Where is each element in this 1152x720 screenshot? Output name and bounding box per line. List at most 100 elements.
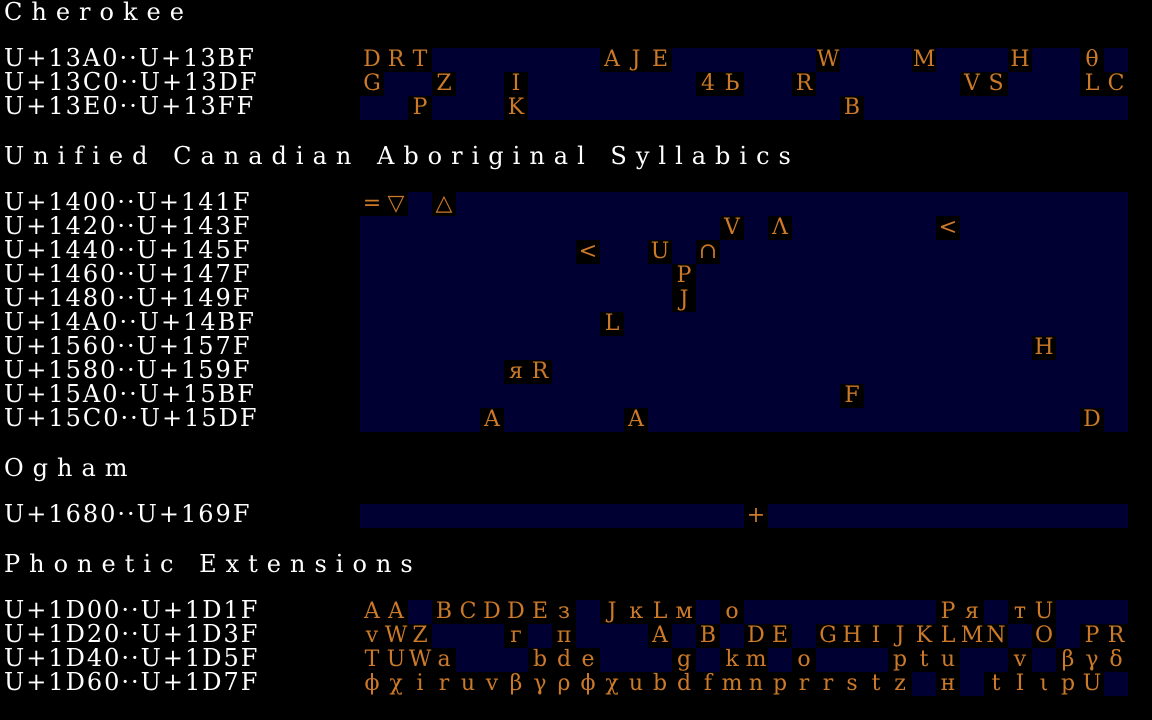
glyph-cell: G	[816, 624, 840, 648]
glyph-cell: m	[720, 671, 744, 696]
glyph-cell: J	[600, 600, 624, 624]
glyph-cell: r	[432, 672, 456, 696]
glyph-cell: Z	[432, 72, 456, 96]
range-label: U+15C0··U+15DF	[4, 404, 259, 432]
glyph-cell: D	[744, 624, 768, 648]
glyph-cell: K	[912, 624, 936, 648]
glyph-cell: u	[936, 648, 960, 672]
glyph-cell: γ	[1080, 648, 1104, 672]
glyph-cell: H	[1008, 48, 1032, 72]
glyph-cell: U	[648, 240, 672, 264]
glyph-cell: +	[744, 504, 768, 528]
glyph-coverage-bar: L	[360, 312, 1128, 336]
glyph-cell: A	[600, 48, 624, 72]
glyph-cell: L	[936, 624, 960, 648]
range-label: U+13C0··U+13DF	[4, 68, 259, 96]
range-label: U+14A0··U+14BF	[4, 308, 256, 336]
glyph-cell: L	[600, 312, 624, 336]
glyph-cell: T	[408, 48, 432, 72]
block-title: Ogham	[4, 454, 137, 482]
glyph-cell: △	[432, 192, 456, 216]
glyph-cell: я	[960, 600, 984, 624]
glyph-cell: D	[1080, 408, 1104, 432]
glyph-cell: p	[888, 648, 912, 672]
glyph-coverage-bar: TUWa bde gkmo ptu vβγδ	[360, 648, 1128, 672]
glyph-cell: v	[1008, 648, 1032, 672]
glyph-cell: e	[576, 648, 600, 672]
glyph-cell: v	[360, 624, 384, 648]
range-label: U+1D60··U+1D7F	[4, 668, 260, 696]
glyph-cell: V	[960, 72, 984, 96]
glyph-cell: R	[1104, 624, 1128, 648]
glyph-cell: G	[360, 72, 384, 96]
glyph-cell: ϕ	[360, 672, 384, 696]
glyph-cell: s	[840, 672, 864, 696]
glyph-cell: t	[984, 672, 1008, 696]
glyph-cell: I	[1008, 672, 1032, 696]
glyph-coverage-bar: AAD	[360, 408, 1128, 432]
range-label: U+15A0··U+15BF	[4, 380, 256, 408]
glyph-coverage-bar: < U ∩	[360, 240, 1128, 264]
glyph-cell: f	[696, 672, 720, 696]
glyph-coverage-bar: = ▽ △	[360, 192, 1128, 216]
glyph-cell: t	[912, 648, 936, 672]
range-label: U+1460··U+147F	[4, 260, 252, 288]
range-label: U+1480··U+149F	[4, 284, 252, 312]
range-label: U+13E0··U+13FF	[4, 92, 256, 120]
glyph-cell: S	[984, 72, 1008, 96]
glyph-cell: P	[672, 264, 696, 288]
glyph-coverage-bar: H	[360, 336, 1128, 360]
glyph-coverage-bar: ϕχiruvβγρϕχubdfmnprrstzнtIιpU	[360, 672, 1128, 696]
glyph-cell: J	[624, 48, 648, 72]
glyph-cell: b	[528, 648, 552, 672]
glyph-cell: A	[360, 600, 384, 624]
glyph-cell: н	[936, 672, 960, 696]
glyph-cell: ι	[1032, 672, 1056, 696]
glyph-cell: <	[576, 240, 600, 264]
range-label: U+1D20··U+1D3F	[4, 620, 260, 648]
glyph-cell: E	[528, 600, 552, 624]
glyph-cell: A	[480, 408, 504, 432]
glyph-cell: β	[504, 672, 528, 696]
glyph-cell: Z	[408, 624, 432, 648]
glyph-cell: U	[1032, 600, 1056, 624]
range-label: U+1680··U+169F	[4, 500, 252, 528]
glyph-cell: i	[408, 672, 432, 696]
glyph-cell: я	[504, 360, 528, 384]
glyph-coverage-bar: DRT AJE W M Hθ	[360, 48, 1128, 72]
glyph-cell: n	[744, 672, 768, 696]
glyph-coverage-bar: vWZгπ ABDEGHIJKLMNOPR	[360, 624, 1128, 648]
glyph-cell: C	[1104, 72, 1128, 96]
glyph-cell: r	[792, 672, 816, 696]
glyph-cell: m	[744, 647, 768, 672]
glyph-cell: χ	[384, 672, 408, 696]
glyph-cell: J	[672, 288, 696, 312]
glyph-cell: W	[384, 623, 408, 648]
glyph-cell: U	[384, 648, 408, 672]
glyph-cell: D	[480, 600, 504, 624]
glyph-coverage-bar: яR	[360, 360, 1128, 384]
glyph-coverage-bar: G Z I 4Ь R VS LC	[360, 72, 1128, 96]
glyph-cell: ĸ	[624, 600, 648, 624]
glyph-cell: u	[456, 672, 480, 696]
glyph-cell: ∩	[696, 240, 720, 264]
glyph-cell: т	[1008, 600, 1032, 624]
glyph-coverage-bar: AABCDDEзJĸLмoPятU	[360, 600, 1128, 624]
glyph-cell: o	[720, 600, 744, 624]
glyph-cell: E	[768, 624, 792, 648]
glyph-cell: t	[864, 672, 888, 696]
glyph-cell: d	[672, 672, 696, 696]
glyph-cell: U	[1080, 672, 1104, 696]
glyph-cell: δ	[1104, 648, 1128, 672]
range-label: U+1400··U+141F	[4, 188, 252, 216]
glyph-cell: R	[384, 48, 408, 72]
glyph-cell: β	[1056, 648, 1080, 672]
glyph-coverage-bar: J	[360, 288, 1128, 312]
glyph-cell: B	[840, 96, 864, 120]
glyph-cell: ρ	[552, 672, 576, 696]
glyph-cell: 4	[696, 72, 720, 96]
glyph-cell: =	[360, 192, 384, 216]
glyph-cell: A	[648, 624, 672, 648]
glyph-cell: H	[840, 624, 864, 648]
glyph-cell: I	[504, 72, 528, 96]
